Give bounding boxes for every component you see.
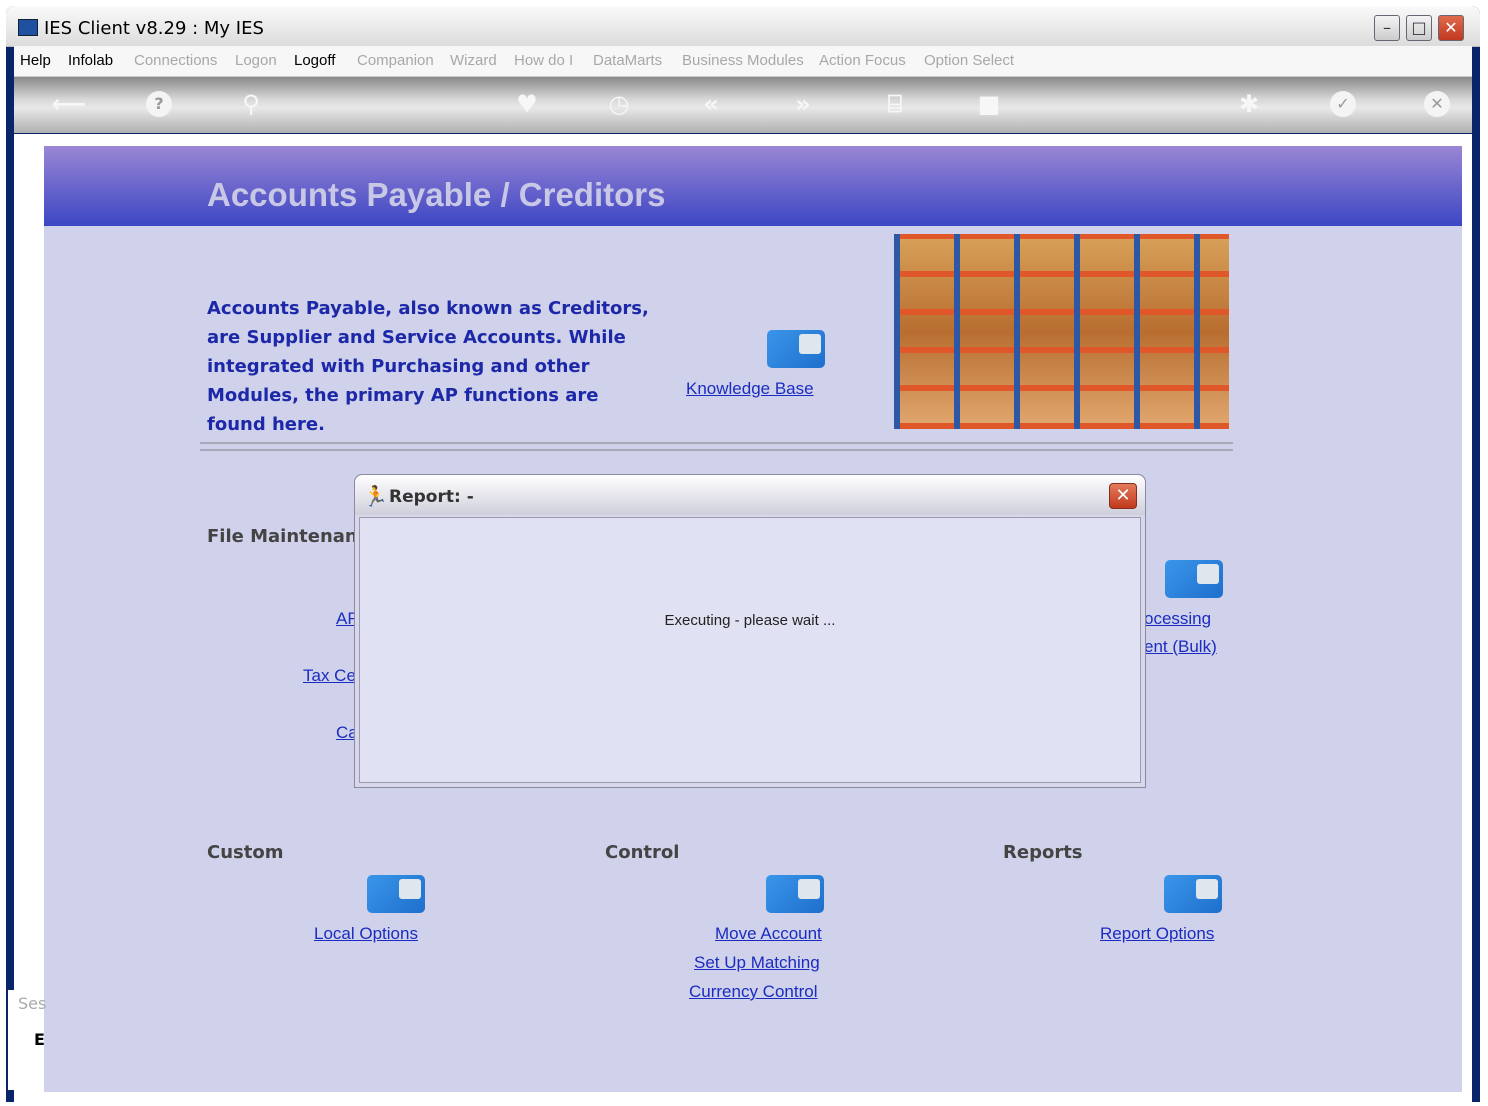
check-icon[interactable]: ✓ [1330,91,1356,117]
local-options-link[interactable]: Local Options [314,924,418,944]
reports-heading: Reports [1003,842,1083,863]
back-key-icon[interactable]: ⟵ [44,91,94,117]
next-icon[interactable]: » [790,91,816,117]
minimize-button[interactable]: – [1374,15,1400,41]
help-icon[interactable]: ? [146,91,172,117]
menu-datamarts[interactable]: DataMarts [593,52,662,69]
bulk-link[interactable]: ent (Bulk) [1144,637,1217,657]
knowledge-base-icon[interactable] [767,330,825,368]
currency-control-link[interactable]: Currency Control [689,982,818,1002]
dialog-body: Executing - please wait ... [359,517,1141,783]
menu-logoff[interactable]: Logoff [294,52,335,69]
menu-business-modules[interactable]: Business Modules [682,52,804,69]
report-options-link[interactable]: Report Options [1100,924,1214,944]
menu-how-do-i[interactable]: How do I [514,52,573,69]
menu-bar: Help Infolab Connections Logon Logoff Co… [14,46,1472,77]
menu-connections[interactable]: Connections [134,52,217,69]
title-bar: IES Client v8.29 : My IES – □ ✕ [6,6,1480,47]
dialog-close-button[interactable]: ✕ [1109,483,1137,509]
intro-text: Accounts Payable, also known as Creditor… [207,298,649,435]
close-window-button[interactable]: ✕ [1438,15,1464,41]
control-icon[interactable] [766,875,824,913]
menu-action-focus[interactable]: Action Focus [819,52,906,69]
clock-icon[interactable]: ◷ [606,91,632,117]
dialog-title: Report: - [389,487,474,507]
running-man-icon: 🏃 [363,484,388,508]
menu-companion[interactable]: Companion [357,52,434,69]
menu-infolab[interactable]: Infolab [68,52,113,69]
report-dialog: 🏃 Report: - ✕ Executing - please wait ..… [354,474,1146,788]
close-icon[interactable]: ✕ [1424,91,1450,117]
menu-wizard[interactable]: Wizard [450,52,497,69]
page-header: Accounts Payable / Creditors [44,146,1462,226]
stop-icon[interactable]: ■ [976,91,1002,117]
move-account-link[interactable]: Move Account [715,924,822,944]
menu-help[interactable]: Help [20,52,51,69]
processing-icon[interactable] [1165,560,1223,598]
knowledge-base-link[interactable]: Knowledge Base [686,379,814,399]
processing-link[interactable]: ocessing [1144,609,1211,629]
app-icon [18,19,38,36]
toolbar: ⟵ ? ⚲ ♥ ◷ « » ⌸ ■ ✱ ✓ ✕ [14,77,1472,133]
warehouse-image [894,234,1229,429]
menu-option-select[interactable]: Option Select [924,52,1014,69]
dialog-title-bar[interactable]: 🏃 Report: - ✕ [355,475,1145,515]
report-options-icon[interactable] [1164,875,1222,913]
file-maintenance-heading: File Maintenanc [207,526,369,547]
previous-icon[interactable]: « [698,91,724,117]
dialog-message: Executing - please wait ... [664,612,836,629]
session-strip: Ses E [8,990,46,1090]
window-title: IES Client v8.29 : My IES [44,18,264,39]
divider [200,442,1233,451]
maximize-button[interactable]: □ [1406,15,1432,41]
heart-icon[interactable]: ♥ [514,91,540,117]
session-label: Ses [18,994,47,1013]
settings-icon[interactable]: ✱ [1236,91,1262,117]
page-title: Accounts Payable / Creditors [207,176,666,213]
menu-logon[interactable]: Logon [235,52,277,69]
session-marker: E [34,1030,45,1049]
set-up-matching-link[interactable]: Set Up Matching [694,953,820,973]
custom-heading: Custom [207,842,284,863]
search-icon[interactable]: ⚲ [238,91,264,117]
document-icon[interactable]: ⌸ [882,91,908,117]
control-heading: Control [605,842,680,863]
local-options-icon[interactable] [367,875,425,913]
fm-link-tax[interactable]: Tax Ce [303,666,356,686]
